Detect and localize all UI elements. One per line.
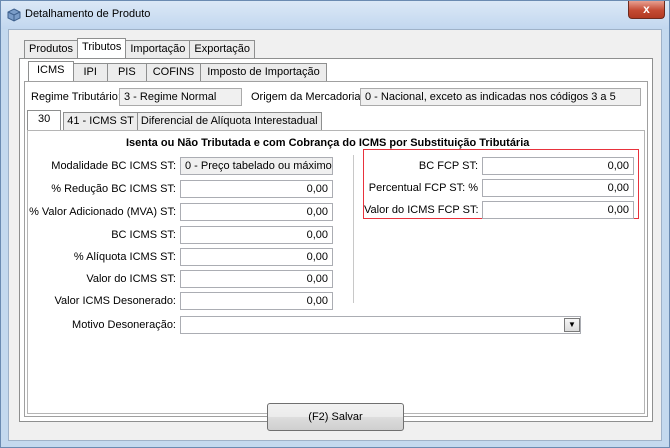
reducao-bc-input[interactable]: 0,00 [180, 180, 333, 198]
motivo-label: Motivo Desoneração: [72, 319, 176, 331]
tab-cst-30[interactable]: 30 [27, 110, 62, 130]
box-icon [7, 8, 21, 22]
tab-produtos[interactable]: Produtos [24, 40, 79, 58]
tab-pis[interactable]: PIS [106, 63, 147, 81]
mva-label: % Valor Adicionado (MVA) ST: [29, 206, 176, 218]
main-tab-strip: Produtos Tributos Importação Exportação [24, 38, 256, 58]
motivo-select[interactable] [180, 316, 581, 334]
bc-fcp-st-label: BC FCP ST: [418, 160, 478, 172]
tab-imposto-importacao[interactable]: Imposto de Importação [200, 63, 327, 81]
icms-panel: Regime Tributário: 3 - Regime Normal Ori… [24, 81, 648, 417]
chevron-down-icon: ▼ [568, 320, 576, 329]
motivo-dropdown-button[interactable]: ▼ [564, 318, 580, 332]
tab-difal[interactable]: Diferencial de Alíquota Interestadual [136, 112, 322, 130]
tab-tributos[interactable]: Tributos [77, 38, 127, 58]
valor-fcp-label: Valor do ICMS FCP ST: [364, 204, 479, 216]
tab-cst-41[interactable]: 41 - ICMS ST [63, 112, 138, 130]
valor-fcp-input[interactable]: 0,00 [482, 201, 634, 219]
modalidade-bc-label: Modalidade BC ICMS ST: [51, 160, 176, 172]
client-area: Produtos Tributos Importação Exportação … [8, 29, 662, 441]
aliquota-input[interactable]: 0,00 [180, 248, 333, 266]
cst-panel: Isenta ou Não Tributada e com Cobrança d… [27, 130, 645, 414]
cst-tab-strip: 30 41 - ICMS ST Diferencial de Alíquota … [27, 110, 322, 130]
origem-field[interactable]: 0 - Nacional, exceto as indicadas nos có… [360, 88, 641, 106]
mva-input[interactable]: 0,00 [180, 203, 333, 221]
valor-icms-st-input[interactable]: 0,00 [180, 270, 333, 288]
title-bar[interactable]: Detalhamento de Produto x [1, 1, 669, 29]
save-button[interactable]: (F2) Salvar [267, 403, 404, 431]
origem-label: Origem da Mercadoria: [251, 91, 364, 103]
tab-exportacao[interactable]: Exportação [189, 40, 256, 58]
percentual-fcp-label: Percentual FCP ST: % [368, 182, 478, 194]
tab-importacao[interactable]: Importação [125, 40, 191, 58]
reducao-bc-label: % Redução BC ICMS ST: [51, 183, 176, 195]
product-detail-window: Detalhamento de Produto x Produtos Tribu… [0, 0, 670, 448]
tax-tab-strip: ICMS IPI PIS COFINS Imposto de Importaçã… [28, 61, 327, 81]
tab-ipi[interactable]: IPI [72, 63, 108, 81]
tributos-panel: ICMS IPI PIS COFINS Imposto de Importaçã… [19, 58, 653, 422]
regime-label: Regime Tributário: [31, 91, 121, 103]
modalidade-bc-select[interactable]: 0 - Preço tabelado ou máximo s [180, 157, 333, 175]
window-title: Detalhamento de Produto [25, 8, 151, 20]
section-title: Isenta ou Não Tributada e com Cobrança d… [126, 137, 530, 149]
desonerado-input[interactable]: 0,00 [180, 292, 333, 310]
close-icon: x [643, 2, 650, 16]
bc-icms-st-input[interactable]: 0,00 [180, 226, 333, 244]
valor-icms-st-label: Valor do ICMS ST: [86, 273, 176, 285]
bc-fcp-st-input[interactable]: 0,00 [482, 157, 634, 175]
tab-icms[interactable]: ICMS [28, 61, 74, 81]
regime-field[interactable]: 3 - Regime Normal [119, 88, 242, 106]
tab-cofins[interactable]: COFINS [145, 63, 202, 81]
desonerado-label: Valor ICMS Desonerado: [54, 295, 176, 307]
column-divider [353, 155, 354, 303]
aliquota-label: % Alíquota ICMS ST: [73, 251, 176, 263]
close-button[interactable]: x [628, 1, 665, 19]
percentual-fcp-input[interactable]: 0,00 [482, 179, 634, 197]
bc-icms-st-label: BC ICMS ST: [111, 229, 176, 241]
